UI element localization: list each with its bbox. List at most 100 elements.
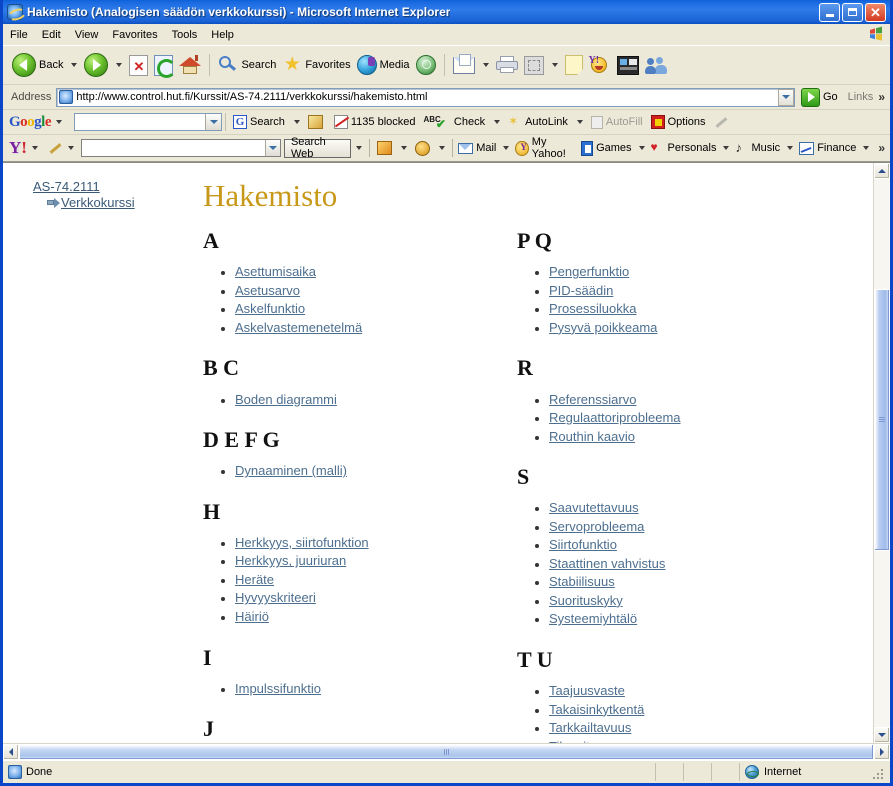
horizontal-scrollbar[interactable] bbox=[3, 743, 890, 760]
scroll-up-button[interactable] bbox=[874, 163, 890, 179]
index-link[interactable]: Siirtofunktio bbox=[549, 537, 617, 552]
games-dropdown-icon[interactable] bbox=[638, 146, 645, 150]
index-link[interactable]: Systeemiyhtälö bbox=[549, 611, 637, 626]
yahoo-antispy-button[interactable] bbox=[411, 137, 434, 159]
close-button[interactable]: ✕ bbox=[865, 2, 886, 22]
yahoo-search-dropdown-icon[interactable] bbox=[264, 140, 280, 156]
index-link[interactable]: Askelvastemenetelmä bbox=[235, 320, 362, 335]
notes-button[interactable] bbox=[562, 49, 586, 81]
autolink-dropdown-icon[interactable] bbox=[576, 120, 583, 124]
scroll-down-button[interactable] bbox=[874, 727, 890, 743]
index-link[interactable]: Pengerfunktio bbox=[549, 264, 629, 279]
index-link[interactable]: Tilaesitys bbox=[549, 739, 603, 743]
personals-dropdown-icon[interactable] bbox=[723, 146, 730, 150]
sidebar-link-course[interactable]: AS-74.2111 bbox=[33, 179, 203, 194]
people-button[interactable] bbox=[642, 49, 670, 81]
autofill-button[interactable]: AutoFill bbox=[587, 111, 647, 133]
resize-grip[interactable] bbox=[869, 765, 883, 779]
index-link[interactable]: Boden diagrammi bbox=[235, 392, 337, 407]
history-button[interactable] bbox=[413, 49, 439, 81]
minimize-button[interactable] bbox=[819, 2, 840, 22]
news-button[interactable] bbox=[614, 49, 642, 81]
index-link[interactable]: Hyvyyskriteeri bbox=[235, 590, 316, 605]
edit-button[interactable] bbox=[521, 49, 547, 81]
popup-blocker-button[interactable] bbox=[304, 111, 330, 133]
back-button[interactable]: Back bbox=[9, 49, 66, 81]
yahoo-pencil-dropdown-icon[interactable] bbox=[68, 146, 75, 150]
mail-button[interactable] bbox=[450, 49, 478, 81]
go-button[interactable]: Go bbox=[800, 87, 838, 107]
index-link[interactable]: Herkkyys, siirtofunktion bbox=[235, 535, 369, 550]
yahoo-bookmarks-button[interactable] bbox=[373, 137, 396, 159]
google-search-dropdown-arrow[interactable] bbox=[293, 120, 300, 124]
mail-dropdown-icon[interactable] bbox=[482, 63, 489, 67]
index-link[interactable]: Pysyvä poikkeama bbox=[549, 320, 657, 335]
my-yahoo-button[interactable]: My Yahoo! bbox=[513, 136, 579, 160]
index-link[interactable]: Impulssifunktio bbox=[235, 681, 321, 696]
index-link[interactable]: Routhin kaavio bbox=[549, 429, 635, 444]
vertical-scroll-thumb[interactable] bbox=[874, 289, 890, 551]
yahoo-personals-button[interactable]: ♥ Personals bbox=[649, 137, 719, 159]
media-button[interactable]: Media bbox=[354, 49, 413, 81]
yahoo-finance-button[interactable]: Finance bbox=[797, 137, 858, 159]
index-link[interactable]: Taajuusvaste bbox=[549, 683, 625, 698]
index-link[interactable]: Staattinen vahvistus bbox=[549, 556, 665, 571]
spell-check-button[interactable]: ABC ✔ Check bbox=[420, 111, 490, 133]
scroll-left-button[interactable] bbox=[3, 744, 19, 760]
yahoo-mail-button[interactable]: Mail bbox=[456, 137, 498, 159]
address-input[interactable]: http://www.control.hut.fi/Kurssit/AS-74.… bbox=[56, 87, 795, 107]
address-dropdown-button[interactable] bbox=[777, 88, 794, 106]
scroll-right-button[interactable] bbox=[874, 744, 890, 760]
maximize-button[interactable] bbox=[842, 2, 863, 22]
index-link[interactable]: Takaisinkytkentä bbox=[549, 702, 644, 717]
yahoo-mail-dropdown-icon[interactable] bbox=[503, 146, 510, 150]
google-search-input[interactable] bbox=[74, 113, 223, 131]
index-link[interactable]: Prosessiluokka bbox=[549, 301, 636, 316]
index-link[interactable]: PID-säädin bbox=[549, 283, 613, 298]
google-search-dropdown-icon[interactable] bbox=[205, 114, 222, 130]
yahoo-overflow-icon[interactable]: » bbox=[878, 141, 885, 155]
music-dropdown-icon[interactable] bbox=[787, 146, 794, 150]
back-dropdown-icon[interactable] bbox=[71, 63, 78, 67]
horizontal-scroll-thumb[interactable] bbox=[19, 744, 874, 760]
menu-item-favorites[interactable]: Favorites bbox=[105, 27, 164, 43]
index-link[interactable]: Asettumisaika bbox=[235, 264, 316, 279]
menu-item-help[interactable]: Help bbox=[204, 27, 241, 43]
yahoo-bookmarks-dropdown-icon[interactable] bbox=[401, 146, 408, 150]
menu-item-tools[interactable]: Tools bbox=[165, 27, 205, 43]
forward-button[interactable] bbox=[81, 49, 111, 81]
google-pencil-button[interactable] bbox=[710, 111, 735, 133]
yahoo-logo-dropdown-icon[interactable] bbox=[31, 146, 38, 150]
autolink-button[interactable]: ✶ AutoLink bbox=[504, 111, 572, 133]
yahoo-search-web-button[interactable]: Search Web bbox=[283, 136, 352, 160]
index-link[interactable]: Heräte bbox=[235, 572, 274, 587]
yahoo-logo[interactable]: Y! bbox=[9, 138, 27, 158]
refresh-button[interactable] bbox=[151, 49, 177, 81]
sidebar-link-verkkokurssi[interactable]: Verkkokurssi bbox=[61, 195, 135, 210]
finance-dropdown-icon[interactable] bbox=[863, 146, 870, 150]
yahoo-pencil-icon[interactable] bbox=[48, 141, 61, 155]
google-options-button[interactable]: Options bbox=[647, 111, 710, 133]
index-link[interactable]: Herkkyys, juuriuran bbox=[235, 553, 346, 568]
vertical-scroll-track[interactable] bbox=[874, 179, 890, 727]
messenger-button[interactable]: Y! bbox=[586, 49, 614, 81]
yahoo-search-web-dropdown-icon[interactable] bbox=[356, 146, 363, 150]
index-link[interactable]: Stabiilisuus bbox=[549, 574, 615, 589]
yahoo-music-button[interactable]: ♪ Music bbox=[733, 137, 782, 159]
index-link[interactable]: Häiriö bbox=[235, 609, 269, 624]
index-link[interactable]: Servoprobleema bbox=[549, 519, 644, 534]
blocked-count-button[interactable]: 1135 blocked bbox=[330, 111, 420, 133]
google-logo-dropdown-icon[interactable] bbox=[56, 120, 63, 124]
index-link[interactable]: Tarkkailtavuus bbox=[549, 720, 631, 735]
home-button[interactable] bbox=[176, 49, 204, 81]
index-link[interactable]: Suorituskyky bbox=[549, 593, 623, 608]
index-link[interactable]: Saavutettavuus bbox=[549, 500, 639, 515]
security-zone-cell[interactable]: Internet bbox=[740, 763, 890, 781]
menu-item-file[interactable]: File bbox=[3, 27, 35, 43]
forward-dropdown-icon[interactable] bbox=[116, 63, 123, 67]
vertical-scrollbar[interactable] bbox=[873, 163, 890, 743]
edit-dropdown-icon[interactable] bbox=[551, 63, 558, 67]
toolbar-overflow-icon[interactable]: » bbox=[878, 90, 885, 104]
stop-button[interactable]: ✕ bbox=[126, 49, 151, 81]
check-dropdown-icon[interactable] bbox=[494, 120, 501, 124]
